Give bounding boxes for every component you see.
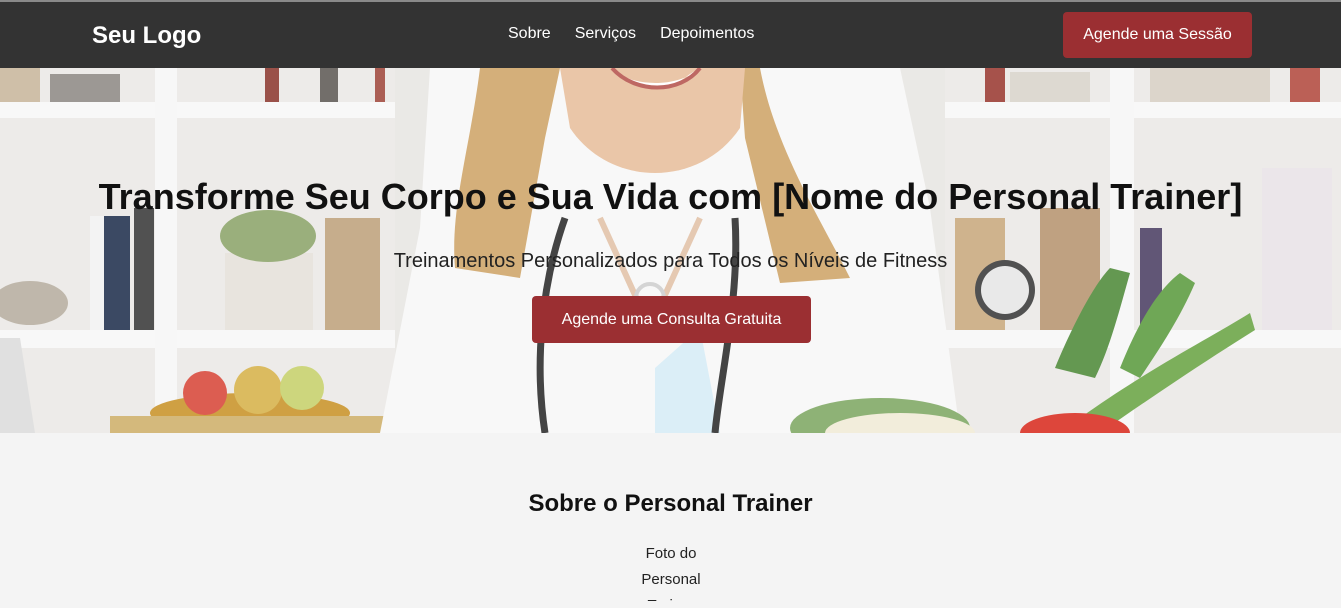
trainer-photo: Foto do Personal Trainer <box>621 541 721 601</box>
site-header: Seu Logo Sobre Serviços Depoimentos Agen… <box>0 2 1341 68</box>
main-nav: Sobre Serviços Depoimentos <box>508 25 778 43</box>
nav-link-depoimentos[interactable]: Depoimentos <box>660 25 754 43</box>
about-title: Sobre o Personal Trainer <box>528 490 813 517</box>
schedule-session-button[interactable]: Agende uma Sessão <box>1063 12 1252 58</box>
nav-link-servicos[interactable]: Serviços <box>575 25 636 43</box>
about-section: Sobre o Personal Trainer Foto do Persona… <box>0 433 1341 608</box>
site-logo[interactable]: Seu Logo <box>92 22 201 50</box>
hero-section: Transforme Seu Corpo e Sua Vida com [Nom… <box>0 68 1341 433</box>
free-consultation-button[interactable]: Agende uma Consulta Gratuita <box>532 296 811 343</box>
hero-subtitle: Treinamentos Personalizados para Todos o… <box>393 250 948 272</box>
nav-link-sobre[interactable]: Sobre <box>508 25 551 43</box>
hero-title: Transforme Seu Corpo e Sua Vida com [Nom… <box>98 176 1243 217</box>
trainer-photo-alt-text: Foto do Personal Trainer <box>641 545 701 601</box>
